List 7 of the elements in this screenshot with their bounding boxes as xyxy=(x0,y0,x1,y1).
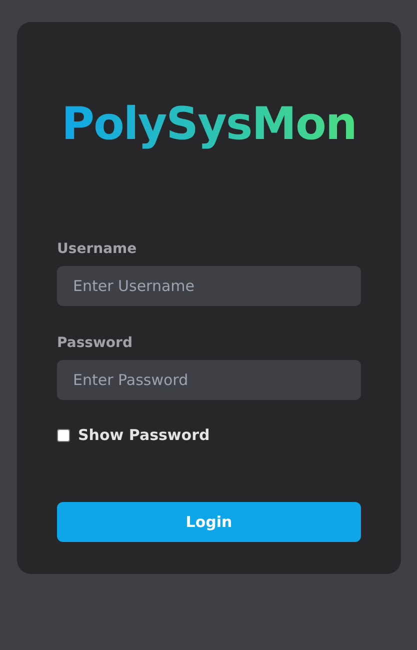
login-button[interactable]: Login xyxy=(57,502,361,542)
show-password-checkbox[interactable] xyxy=(57,428,70,442)
input-field[interactable]: Enter Username xyxy=(57,266,361,306)
input-field[interactable]: Enter Password xyxy=(57,360,361,400)
checkbox-label: Show Password xyxy=(78,426,210,444)
field-label: Username xyxy=(57,240,138,258)
field-label: Password xyxy=(57,334,134,352)
